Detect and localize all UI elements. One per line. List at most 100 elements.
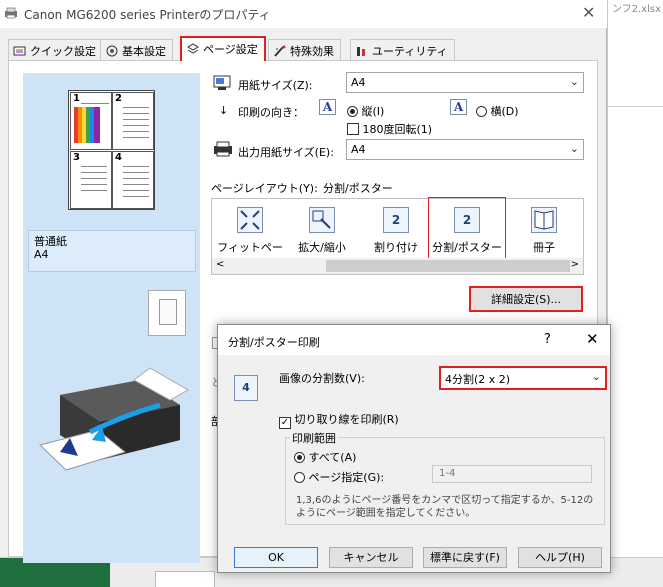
scroll-left-icon[interactable]: <: [216, 259, 224, 270]
scrollbar-thumb[interactable]: [326, 260, 570, 272]
preview-quadrant: 3: [70, 151, 112, 209]
main-settings-icon: [106, 45, 118, 57]
text-line: [123, 119, 149, 120]
cancel-button[interactable]: キャンセル: [329, 547, 413, 568]
portrait-radio[interactable]: 縦(I): [347, 103, 384, 119]
printer-illustration: [39, 367, 190, 471]
booklet-icon: [531, 207, 557, 233]
preview-quadrant: 4: [112, 151, 154, 209]
text-line: [123, 184, 149, 185]
text-line: [123, 166, 149, 167]
preview-quadrant: 2: [112, 92, 154, 150]
page-layout-icon: 2: [383, 207, 409, 233]
radio-selected-icon: [294, 452, 305, 463]
scroll-right-icon[interactable]: >: [571, 259, 579, 270]
output-size-printer-icon: [214, 141, 232, 157]
print-range-title: 印刷範囲: [290, 430, 338, 446]
landscape-label: 横(D): [490, 105, 519, 118]
landscape-radio[interactable]: 横(D): [476, 103, 519, 119]
background-window: [607, 0, 663, 587]
tiling-poster-icon: 4: [234, 375, 258, 401]
page-spec-radio[interactable]: ページ指定(G):: [294, 469, 384, 485]
text-line: [123, 178, 149, 179]
orientation-arrow-icon: ↓: [219, 104, 229, 117]
dialog-close-button[interactable]: ✕: [586, 330, 599, 348]
layout-tiling-poster[interactable]: 2 分割/ポスター: [428, 197, 506, 259]
tab-label: 基本設定: [122, 45, 166, 58]
cut-lines-checkbox[interactable]: ✓ 切り取り線を印刷(R): [279, 411, 399, 429]
text-line: [81, 166, 107, 167]
quick-setup-icon: [13, 46, 26, 56]
cut-lines-label: 切り取り線を印刷(R): [294, 413, 399, 426]
ok-button[interactable]: OK: [234, 547, 318, 568]
tab-utility[interactable]: ユーティリティ: [350, 39, 455, 60]
tiling-poster-icon: 2: [454, 207, 480, 233]
text-line: [81, 190, 107, 191]
defaults-button[interactable]: 標準に戻す(F): [423, 547, 507, 568]
chevron-down-icon: ⌄: [591, 370, 601, 383]
landscape-orientation-icon: A: [450, 99, 467, 115]
page-size-value: A4: [351, 76, 366, 89]
portrait-orientation-icon: A: [319, 99, 336, 115]
text-line: [123, 113, 149, 114]
layout-page-layout[interactable]: 2 割り付け: [360, 205, 432, 261]
text-line: [123, 190, 149, 191]
output-size-label: 出力用紙サイズ(E):: [238, 146, 334, 159]
output-size-select[interactable]: A4 ⌄: [346, 139, 584, 160]
color-bars-image: [74, 107, 100, 143]
spreadsheet-cell: [155, 571, 215, 587]
chevron-down-icon: ⌄: [569, 142, 579, 155]
special-effects-icon: [274, 45, 286, 57]
radio-icon: [476, 106, 487, 117]
text-line: [81, 178, 107, 179]
layout-booklet[interactable]: 冊子: [508, 205, 580, 261]
close-button[interactable]: ✕: [582, 3, 595, 22]
divisions-select[interactable]: 4分割(2 x 2) ⌄: [439, 366, 607, 390]
utility-icon: [357, 47, 365, 56]
text-line: [123, 107, 149, 108]
layout-scaled[interactable]: 拡大/縮小: [286, 205, 358, 261]
tab-main-settings[interactable]: 基本設定: [100, 39, 173, 60]
tiling-poster-dialog: 分割/ポスター印刷 ? ✕ 4 画像の分割数(V): 4分割(2 x 2) ⌄ …: [217, 324, 611, 573]
paper-size: A4: [34, 248, 49, 261]
rotate-180-label: 180度回転(1): [362, 123, 433, 136]
tab-label: 特殊効果: [290, 45, 334, 58]
scale-icon: [309, 207, 335, 233]
layout-scrollbar[interactable]: < >: [212, 258, 583, 274]
text-line: [123, 196, 149, 197]
text-line: [123, 125, 149, 126]
paper-source-icon: [148, 290, 186, 336]
page-size-select[interactable]: A4 ⌄: [346, 72, 584, 93]
tab-page-setup[interactable]: ページ設定: [180, 36, 266, 61]
tab-special-effects[interactable]: 特殊効果: [268, 39, 341, 60]
orientation-label: 印刷の向き：: [238, 106, 304, 119]
quadrant-number: 4: [115, 152, 122, 163]
rotate-180-checkbox[interactable]: 180度回転(1): [347, 121, 432, 137]
preview-quadrant: 1: [70, 92, 112, 150]
help-button[interactable]: ?: [544, 332, 551, 347]
page-spec-input[interactable]: 1-4: [432, 465, 592, 483]
portrait-label: 縦(I): [361, 105, 385, 118]
text-line: [123, 172, 149, 173]
specify-button[interactable]: 詳細設定(S)...: [469, 286, 583, 312]
dialog-help-button[interactable]: ヘルプ(H): [518, 547, 602, 568]
tab-quick-setup[interactable]: クイック設定: [8, 39, 103, 60]
window-title: Canon MG6200 series Printerのプロパティ: [24, 8, 271, 22]
layout-item-label: 分割/ポスター: [432, 241, 502, 254]
radio-icon: [294, 472, 305, 483]
page-layout-value: 分割/ポスター: [323, 182, 393, 195]
tab-label: ページ設定: [203, 43, 258, 56]
checkbox-checked-icon: ✓: [279, 417, 291, 429]
quadrant-number: 1: [73, 93, 80, 104]
all-pages-radio[interactable]: すべて(A): [294, 449, 356, 465]
layout-fit-page[interactable]: フィットページ: [214, 205, 286, 270]
layout-item-label: 冊子: [533, 241, 555, 254]
layout-item-label: 拡大/縮小: [298, 241, 346, 254]
page-size-icon: [213, 75, 231, 90]
text-line: [123, 137, 149, 138]
paper-type: 普通紙: [34, 235, 67, 248]
page-layout-label: ページレイアウト(Y):: [211, 182, 318, 195]
quadrant-number: 2: [115, 93, 122, 104]
divisions-label: 画像の分割数(V):: [279, 372, 365, 385]
text-line: [81, 184, 107, 185]
